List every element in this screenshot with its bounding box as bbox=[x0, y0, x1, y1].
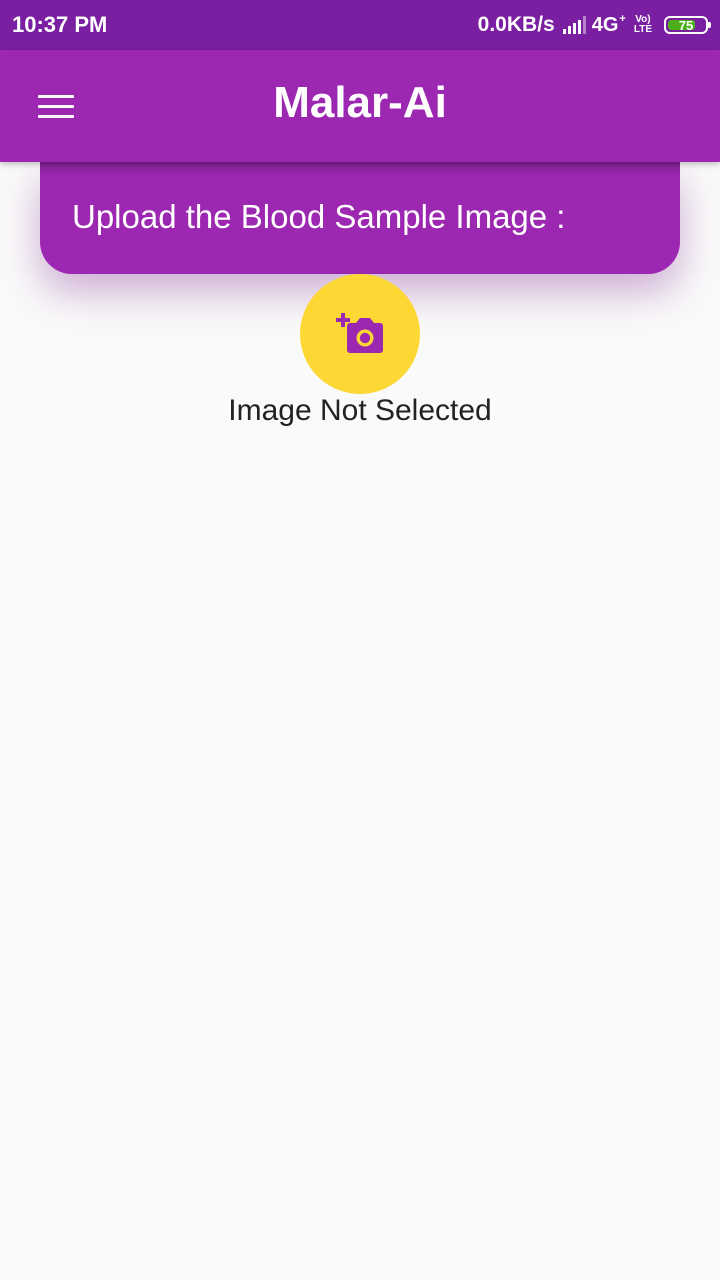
status-bar: 10:37 PM 0.0KB/s 4G + Vo) LTE 75 bbox=[0, 0, 720, 50]
upload-card: Upload the Blood Sample Image : bbox=[40, 162, 680, 274]
add-photo-button[interactable] bbox=[300, 274, 420, 394]
network-type: 4G + bbox=[591, 12, 626, 37]
network-type-suffix: + bbox=[619, 12, 626, 25]
battery-tip bbox=[708, 22, 711, 28]
volte-icon: Vo) LTE bbox=[634, 15, 652, 35]
app-bar: Malar-Ai bbox=[0, 50, 720, 162]
network-speed: 0.0KB/s bbox=[477, 13, 555, 36]
signal-strength-icon bbox=[562, 16, 586, 34]
add-a-photo-icon bbox=[336, 313, 383, 353]
upload-label: Upload the Blood Sample Image : bbox=[72, 198, 566, 235]
battery-level: 75 bbox=[678, 17, 694, 33]
upload-card-shadow bbox=[40, 162, 680, 176]
battery-icon: 75 bbox=[664, 16, 711, 34]
status-time: 10:37 PM bbox=[12, 12, 108, 37]
network-type-label: 4G bbox=[591, 13, 619, 36]
volte-bottom-label: LTE bbox=[633, 24, 652, 35]
app-title: Malar-Ai bbox=[273, 78, 447, 127]
status-indicators: 0.0KB/s 4G + Vo) LTE 75 bbox=[477, 12, 711, 37]
image-status-text: Image Not Selected bbox=[228, 394, 492, 427]
